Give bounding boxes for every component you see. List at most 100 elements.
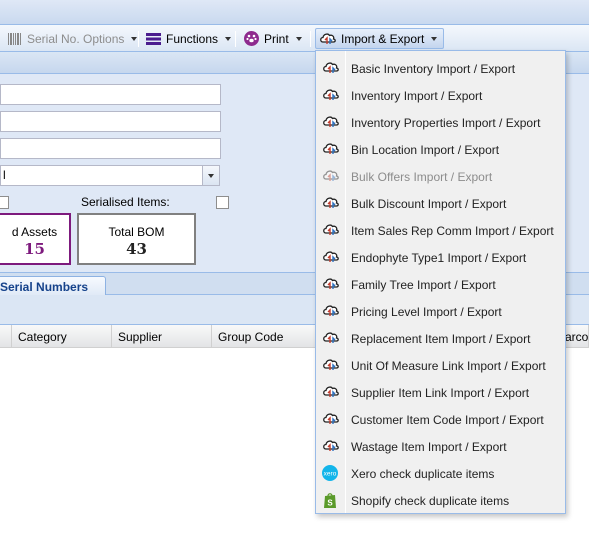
menu-item[interactable]: xero Xero check duplicate items bbox=[316, 460, 565, 487]
menu-item: Bulk Offers Import / Export bbox=[316, 163, 565, 190]
serialised-items-label: Serialised Items: bbox=[81, 195, 170, 209]
print-button[interactable]: Print bbox=[244, 28, 302, 49]
menu-item[interactable]: Bin Location Import / Export bbox=[316, 136, 565, 163]
column-header-category[interactable]: Category bbox=[12, 325, 112, 348]
cloud-sync-icon bbox=[322, 249, 340, 265]
cloud-sync-icon bbox=[322, 87, 340, 103]
serial-options-label: Serial No. Options bbox=[27, 31, 125, 46]
column-header-supplier[interactable]: Supplier bbox=[112, 325, 212, 348]
menu-item[interactable]: Replacement Item Import / Export bbox=[316, 325, 565, 352]
app-window: Serial No. Options Functions Print Impor… bbox=[0, 0, 589, 534]
menu-item-label: Xero check duplicate items bbox=[351, 467, 495, 481]
cloud-sync-icon bbox=[322, 438, 340, 454]
svg-text:S: S bbox=[327, 499, 333, 508]
barcode-icon bbox=[8, 32, 21, 45]
menu-item-label: Basic Inventory Import / Export bbox=[351, 62, 516, 76]
text-field-1[interactable] bbox=[0, 84, 221, 105]
menu-item[interactable]: Supplier Item Link Import / Export bbox=[316, 379, 565, 406]
cloud-sync-icon bbox=[322, 384, 340, 400]
chevron-down-icon bbox=[131, 36, 138, 41]
menu-lines-icon bbox=[146, 32, 161, 45]
column-header-label: Group Code bbox=[218, 330, 284, 344]
menu-item-label: Customer Item Code Import / Export bbox=[351, 413, 544, 427]
serial-options-button[interactable]: Serial No. Options bbox=[8, 28, 138, 49]
menu-item-label: Endophyte Type1 Import / Export bbox=[351, 251, 527, 265]
menu-item-label: Inventory Import / Export bbox=[351, 89, 483, 103]
menu-item[interactable]: Inventory Import / Export bbox=[316, 82, 565, 109]
menu-item-label: Bin Location Import / Export bbox=[351, 143, 500, 157]
shopify-icon: S bbox=[322, 492, 340, 508]
cloud-sync-icon bbox=[322, 195, 340, 211]
serialised-items-checkbox[interactable] bbox=[216, 196, 229, 209]
menu-item-label: Bulk Discount Import / Export bbox=[351, 197, 507, 211]
menu-item[interactable]: Basic Inventory Import / Export bbox=[316, 55, 565, 82]
assets-card-title: d Assets bbox=[11, 225, 58, 239]
import-export-label: Import & Export bbox=[341, 31, 425, 46]
total-bom-card[interactable]: Total BOM 43 bbox=[77, 213, 196, 265]
chevron-down-icon bbox=[295, 36, 302, 41]
total-bom-card-value: 43 bbox=[126, 240, 147, 258]
cloud-sync-icon bbox=[320, 33, 336, 44]
cloud-sync-icon bbox=[322, 60, 340, 76]
menu-item[interactable]: Pricing Level Import / Export bbox=[316, 298, 565, 325]
menu-item[interactable]: Unit Of Measure Link Import / Export bbox=[316, 352, 565, 379]
cloud-sync-icon bbox=[322, 222, 340, 238]
column-header-label: arcod bbox=[565, 330, 589, 344]
cloud-sync-icon bbox=[322, 114, 340, 130]
functions-button[interactable]: Functions bbox=[146, 28, 232, 49]
functions-label: Functions bbox=[166, 31, 219, 46]
import-export-menu: Basic Inventory Import / Export Inventory… bbox=[315, 50, 566, 514]
cloud-sync-icon bbox=[322, 357, 340, 373]
text-field-3[interactable] bbox=[0, 138, 221, 159]
cloud-sync-icon bbox=[322, 330, 340, 346]
menu-item-label: Inventory Properties Import / Export bbox=[351, 116, 541, 130]
menu-item[interactable]: S Shopify check duplicate items bbox=[316, 487, 565, 514]
main-toolbar: Serial No. Options Functions Print Impor… bbox=[0, 25, 589, 52]
menu-item[interactable]: Wastage Item Import / Export bbox=[316, 433, 565, 460]
combo-field[interactable]: l bbox=[0, 165, 220, 186]
menu-item[interactable]: Customer Item Code Import / Export bbox=[316, 406, 565, 433]
checkbox-left[interactable] bbox=[0, 196, 9, 209]
menu-item-label: Supplier Item Link Import / Export bbox=[351, 386, 530, 400]
column-header-label: Supplier bbox=[118, 330, 163, 344]
svg-text:xero: xero bbox=[324, 471, 337, 478]
combo-value: l bbox=[3, 168, 6, 182]
cloud-sync-icon bbox=[322, 276, 340, 292]
menu-item-label: Bulk Offers Import / Export bbox=[351, 170, 493, 184]
chevron-down-icon bbox=[431, 36, 438, 41]
toolbar-separator bbox=[310, 31, 311, 47]
toolbar-separator bbox=[235, 31, 236, 47]
paw-print-icon bbox=[244, 31, 259, 46]
tab-serial-numbers-label: Serial Numbers bbox=[0, 280, 89, 294]
text-field-2[interactable] bbox=[0, 111, 221, 132]
column-header-group-code[interactable]: Group Code bbox=[212, 325, 316, 348]
cloud-sync-icon bbox=[322, 168, 340, 184]
menu-item[interactable]: Bulk Discount Import / Export bbox=[316, 190, 565, 217]
title-strip bbox=[0, 0, 589, 25]
import-export-button[interactable]: Import & Export bbox=[315, 28, 445, 49]
menu-item-label: Replacement Item Import / Export bbox=[351, 332, 531, 346]
print-label: Print bbox=[264, 31, 289, 46]
menu-item[interactable]: Family Tree Import / Export bbox=[316, 271, 565, 298]
menu-item[interactable]: Inventory Properties Import / Export bbox=[316, 109, 565, 136]
tab-serial-numbers[interactable]: Serial Numbers bbox=[0, 276, 106, 296]
menu-item-label: Item Sales Rep Comm Import / Export bbox=[351, 224, 554, 238]
cloud-sync-icon bbox=[322, 141, 340, 157]
chevron-down-icon bbox=[225, 36, 232, 41]
assets-card-value: 15 bbox=[24, 240, 45, 258]
cloud-sync-icon bbox=[322, 303, 340, 319]
grid-column-header[interactable] bbox=[0, 325, 12, 348]
menu-item-label: Unit Of Measure Link Import / Export bbox=[351, 359, 546, 373]
menu-item-label: Family Tree Import / Export bbox=[351, 278, 496, 292]
cloud-sync-icon bbox=[322, 411, 340, 427]
assets-card[interactable]: d Assets 15 bbox=[0, 213, 71, 265]
menu-item[interactable]: Endophyte Type1 Import / Export bbox=[316, 244, 565, 271]
xero-icon: xero bbox=[322, 465, 340, 481]
menu-item-label: Shopify check duplicate items bbox=[351, 494, 510, 508]
column-header-label: Category bbox=[18, 330, 67, 344]
combo-trigger-button[interactable] bbox=[202, 166, 219, 185]
total-bom-card-title: Total BOM bbox=[108, 225, 165, 239]
menu-item-label: Pricing Level Import / Export bbox=[351, 305, 502, 319]
menu-item[interactable]: Item Sales Rep Comm Import / Export bbox=[316, 217, 565, 244]
menu-item-label: Wastage Item Import / Export bbox=[351, 440, 507, 454]
